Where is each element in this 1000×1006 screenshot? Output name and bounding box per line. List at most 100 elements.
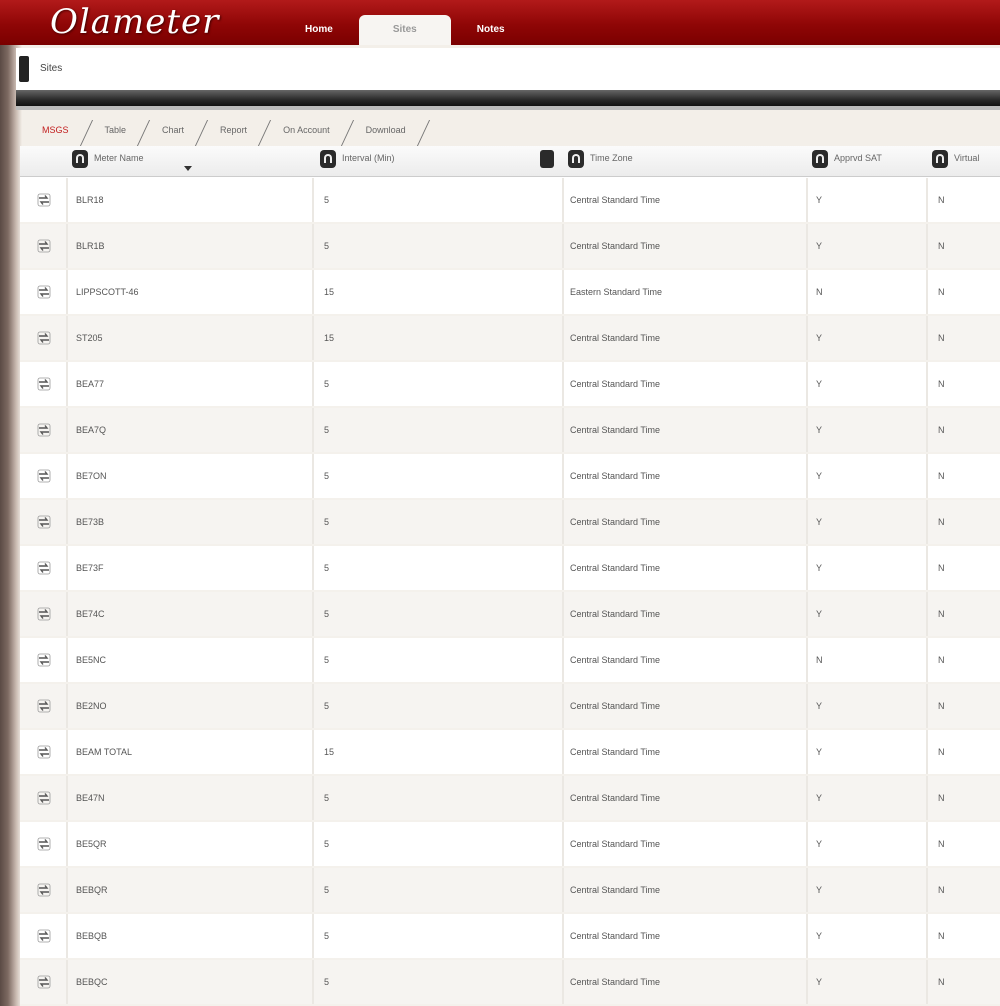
table-row[interactable]: BE74C 5 Central Standard Time Y N	[20, 592, 1000, 638]
table-row[interactable]: BEBQC 5 Central Standard Time Y N	[20, 960, 1000, 1006]
column-divider	[312, 822, 314, 866]
tab-chart[interactable]: Chart	[142, 118, 200, 142]
meter-grid: Meter Name Interval (Min) Time Zone Appr…	[20, 146, 1000, 1006]
col-header-time-zone[interactable]: Time Zone	[564, 146, 808, 176]
lock-icon[interactable]	[932, 150, 948, 168]
sync-icon[interactable]	[36, 744, 52, 760]
sync-icon[interactable]	[36, 974, 52, 990]
column-divider	[926, 500, 928, 544]
table-row[interactable]: BLR18 5 Central Standard Time Y N	[20, 178, 1000, 224]
col-header-meter-name[interactable]: Meter Name	[68, 146, 316, 176]
table-row[interactable]: BEA7Q 5 Central Standard Time Y N	[20, 408, 1000, 454]
cell-virtual: N	[938, 931, 945, 941]
app-logo[interactable]: Olameter	[50, 2, 219, 42]
sync-icon[interactable]	[36, 560, 52, 576]
nav-tab-home[interactable]: Home	[285, 15, 353, 45]
table-row[interactable]: BE7ON 5 Central Standard Time Y N	[20, 454, 1000, 500]
sync-icon[interactable]	[36, 790, 52, 806]
view-tabs: MSGS Table Chart Report On Account Downl…	[22, 114, 422, 146]
table-row[interactable]: BE5NC 5 Central Standard Time N N	[20, 638, 1000, 684]
table-row[interactable]: BE73B 5 Central Standard Time Y N	[20, 500, 1000, 546]
column-divider	[562, 454, 564, 498]
cell-meter-name: BEA77	[76, 379, 105, 389]
tab-msgs[interactable]: MSGS	[22, 118, 85, 142]
table-row[interactable]: LIPPSCOTT-46 15 Eastern Standard Time N N	[20, 270, 1000, 316]
column-divider	[562, 408, 564, 452]
main-nav: Home Sites Notes	[285, 0, 531, 45]
grid-header: Meter Name Interval (Min) Time Zone Appr…	[20, 146, 1000, 177]
cell-time-zone: Central Standard Time	[570, 655, 661, 665]
cell-interval: 5	[324, 425, 330, 435]
column-divider	[806, 730, 808, 774]
panel-grip-handle[interactable]	[19, 56, 29, 82]
column-divider	[66, 500, 68, 544]
tab-table[interactable]: Table	[85, 118, 143, 142]
column-divider	[312, 730, 314, 774]
column-divider	[66, 408, 68, 452]
cell-interval: 5	[324, 563, 330, 573]
table-row[interactable]: BE73F 5 Central Standard Time Y N	[20, 546, 1000, 592]
tab-download[interactable]: Download	[346, 118, 422, 142]
table-row[interactable]: ST205 15 Central Standard Time Y N	[20, 316, 1000, 362]
column-divider	[312, 638, 314, 682]
sync-icon[interactable]	[36, 376, 52, 392]
table-row[interactable]: BE47N 5 Central Standard Time Y N	[20, 776, 1000, 822]
sync-icon[interactable]	[36, 284, 52, 300]
sync-icon[interactable]	[36, 928, 52, 944]
column-divider	[926, 684, 928, 728]
col-header-label: Time Zone	[590, 153, 633, 163]
col-header-apprvd[interactable]: Apprvd SAT	[808, 146, 928, 176]
cell-virtual: N	[938, 333, 945, 343]
cell-meter-name: BLR1B	[76, 241, 105, 251]
cell-interval: 5	[324, 609, 330, 619]
col-header-interval[interactable]: Interval (Min)	[316, 146, 564, 176]
tab-on-account[interactable]: On Account	[263, 118, 346, 142]
cell-interval: 5	[324, 241, 330, 251]
lock-icon[interactable]	[320, 150, 336, 168]
col-header-virtual[interactable]: Virtual	[928, 146, 1000, 176]
sort-desc-icon	[184, 166, 192, 171]
column-divider	[312, 546, 314, 590]
cell-virtual: N	[938, 241, 945, 251]
table-row[interactable]: BEA77 5 Central Standard Time Y N	[20, 362, 1000, 408]
cell-time-zone: Central Standard Time	[570, 977, 661, 987]
sync-icon[interactable]	[36, 192, 52, 208]
column-divider	[66, 178, 68, 222]
column-divider	[312, 270, 314, 314]
sync-icon[interactable]	[36, 606, 52, 622]
lock-icon[interactable]	[72, 150, 88, 168]
table-row[interactable]: BEBQB 5 Central Standard Time Y N	[20, 914, 1000, 960]
cell-interval: 15	[324, 287, 335, 297]
cell-meter-name: BE73B	[76, 517, 105, 527]
column-divider	[312, 224, 314, 268]
tab-report[interactable]: Report	[200, 118, 263, 142]
table-row[interactable]: BEAM TOTAL 15 Central Standard Time Y N	[20, 730, 1000, 776]
sync-icon[interactable]	[36, 882, 52, 898]
table-row[interactable]: BE5QR 5 Central Standard Time Y N	[20, 822, 1000, 868]
lock-icon[interactable]	[812, 150, 828, 168]
cell-time-zone: Central Standard Time	[570, 241, 661, 251]
sync-icon[interactable]	[36, 422, 52, 438]
sync-icon[interactable]	[36, 698, 52, 714]
cell-meter-name: BE2NO	[76, 701, 107, 711]
cell-interval: 5	[324, 379, 330, 389]
sync-icon[interactable]	[36, 238, 52, 254]
table-row[interactable]: BE2NO 5 Central Standard Time Y N	[20, 684, 1000, 730]
sync-icon[interactable]	[36, 468, 52, 484]
sync-icon[interactable]	[36, 652, 52, 668]
cell-virtual: N	[938, 701, 945, 711]
column-menu-icon[interactable]	[540, 150, 554, 168]
column-divider	[312, 500, 314, 544]
cell-meter-name: BE5QR	[76, 839, 107, 849]
column-divider	[926, 914, 928, 958]
sync-icon[interactable]	[36, 330, 52, 346]
nav-tab-notes[interactable]: Notes	[457, 15, 525, 45]
cell-virtual: N	[938, 517, 945, 527]
cell-virtual: N	[938, 563, 945, 573]
table-row[interactable]: BLR1B 5 Central Standard Time Y N	[20, 224, 1000, 270]
nav-tab-sites[interactable]: Sites	[358, 15, 451, 45]
sync-icon[interactable]	[36, 514, 52, 530]
sync-icon[interactable]	[36, 836, 52, 852]
lock-icon[interactable]	[568, 150, 584, 168]
table-row[interactable]: BEBQR 5 Central Standard Time Y N	[20, 868, 1000, 914]
